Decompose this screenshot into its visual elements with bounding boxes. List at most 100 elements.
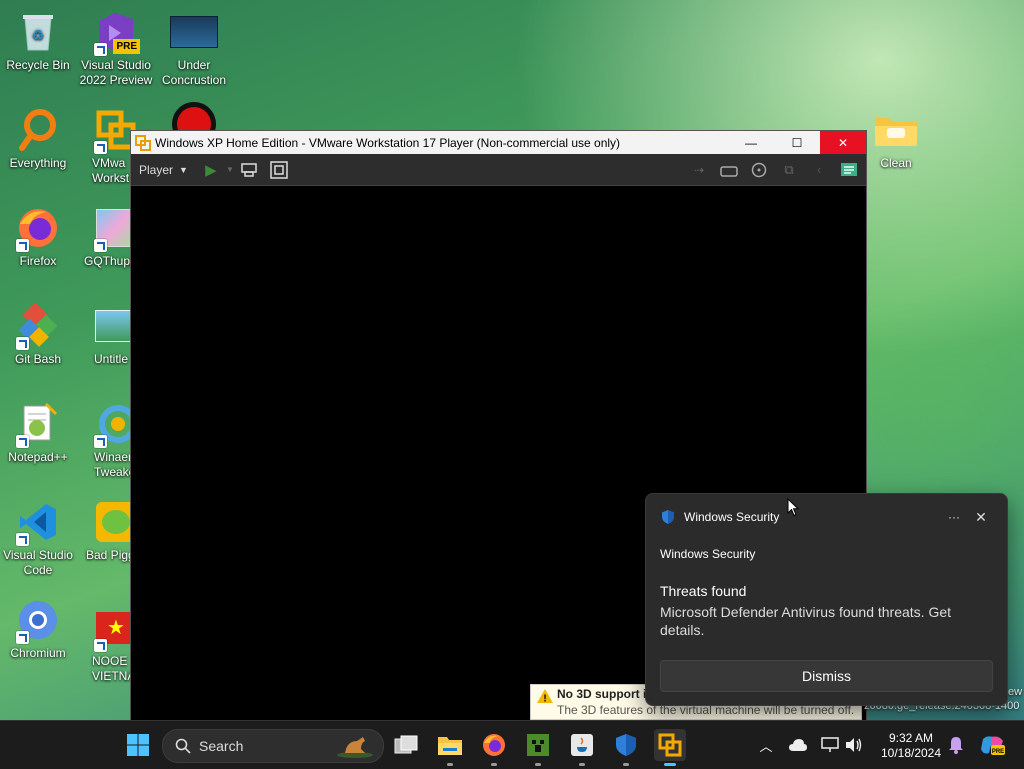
windows-logo-icon xyxy=(127,734,149,756)
shortcut-arrow-icon xyxy=(16,533,29,546)
onedrive-cloud-icon xyxy=(789,739,807,751)
chevron-up-icon: ︿ xyxy=(759,738,773,754)
running-indicator xyxy=(664,763,676,766)
player-menu-label: Player xyxy=(139,162,174,177)
toast-app-name: Windows Security xyxy=(684,510,780,524)
desktop-icon-vscode[interactable]: Visual Studio Code xyxy=(0,498,76,578)
pre-badge: PRE xyxy=(113,39,140,54)
running-indicator xyxy=(623,763,629,766)
everything-search-icon xyxy=(14,106,62,154)
desktop-icon-label: Notepad++ xyxy=(8,450,68,464)
toast-body: Microsoft Defender Antivirus found threa… xyxy=(660,604,952,638)
edition-watermark: ew xyxy=(1008,686,1023,698)
desktop-icon-label: Visual Studio Code xyxy=(3,548,73,577)
taskbar-java[interactable] xyxy=(566,729,598,766)
minecraft-icon xyxy=(527,734,549,756)
start-button[interactable] xyxy=(122,729,154,761)
desktop-icon-chromium[interactable]: Chromium xyxy=(0,596,76,661)
shortcut-arrow-icon xyxy=(94,141,107,154)
show-hidden-icons-button[interactable]: ︿ xyxy=(750,729,782,761)
vscode-icon xyxy=(14,498,62,546)
running-indicator xyxy=(535,763,541,766)
windows-security-toast[interactable]: Windows Security ··· ✕ Windows Security … xyxy=(645,493,1008,706)
desktop-icon-git-bash[interactable]: Git Bash xyxy=(0,302,76,367)
vmware-titlebar[interactable]: Windows XP Home Edition - VMware Worksta… xyxy=(131,131,866,154)
window-title: Windows XP Home Edition - VMware Worksta… xyxy=(155,135,621,150)
play-icon[interactable]: ▶ xyxy=(200,159,222,181)
desktop-icon-recycle-bin[interactable]: ♻ Recycle Bin xyxy=(0,8,76,73)
chevron-down-icon[interactable]: ▼ xyxy=(226,165,234,174)
usb-icon[interactable]: ⧉ xyxy=(778,159,800,181)
copilot-button[interactable]: PRE xyxy=(976,729,1008,761)
chromium-icon xyxy=(14,596,62,644)
desktop-icon-firefox[interactable]: Firefox xyxy=(0,204,76,269)
shortcut-arrow-icon xyxy=(16,337,29,350)
chevron-down-icon: ▼ xyxy=(179,164,188,175)
close-button[interactable]: ✕ xyxy=(820,131,866,154)
taskbar-file-explorer[interactable] xyxy=(434,729,466,766)
shortcut-arrow-icon xyxy=(16,435,29,448)
desktop-icon-clean[interactable]: Clean xyxy=(858,106,934,171)
vmware-toolbar: Player ▼ ▶ ▼ ⇢ ⧉ ‹ xyxy=(131,154,866,186)
dismiss-button[interactable]: Dismiss xyxy=(660,660,993,692)
network-icon[interactable]: ⇢ xyxy=(688,159,710,181)
send-ctrl-alt-del-icon[interactable] xyxy=(238,159,260,181)
close-icon[interactable]: ✕ xyxy=(969,509,993,526)
player-menu[interactable]: Player ▼ xyxy=(131,163,196,177)
desktop-icon-notepadpp[interactable]: Notepad++ xyxy=(0,400,76,465)
shortcut-arrow-icon xyxy=(94,43,107,56)
desktop-icon-visual-studio-2022[interactable]: PRE Visual Studio 2022 Preview xyxy=(78,8,154,88)
visual-studio-icon: PRE xyxy=(92,8,140,56)
shortcut-arrow-icon xyxy=(94,239,107,252)
back-icon[interactable]: ‹ xyxy=(808,159,830,181)
speaker-icon xyxy=(846,738,862,752)
java-icon xyxy=(571,734,593,756)
clock-time: 9:32 AM xyxy=(888,731,934,745)
taskbar-search-box[interactable]: Search xyxy=(162,729,384,763)
bell-icon xyxy=(949,737,963,754)
desktop-icon-label: Clean xyxy=(880,156,912,170)
toast-source: Windows Security xyxy=(660,547,756,561)
task-view-icon xyxy=(394,735,418,754)
under-concrustion-icon xyxy=(170,8,218,56)
taskbar-windows-security[interactable] xyxy=(610,729,642,766)
maximize-button[interactable]: ☐ xyxy=(774,131,820,154)
cd-rom-icon[interactable] xyxy=(748,159,770,181)
desktop-icon-label: Everything xyxy=(9,156,67,170)
running-indicator xyxy=(491,763,497,766)
firefox-icon xyxy=(483,734,505,756)
vmware-icon xyxy=(658,733,682,757)
fullscreen-icon[interactable] xyxy=(268,159,290,181)
taskbar-vmware-player[interactable] xyxy=(654,729,686,766)
desktop-icon-label: Visual Studio 2022 Preview xyxy=(79,58,153,87)
network-icon xyxy=(821,737,839,752)
onedrive-button[interactable] xyxy=(782,729,814,761)
taskbar-clock[interactable]: 9:32 AM 10/18/2024 xyxy=(876,731,946,761)
taskbar-minecraft[interactable] xyxy=(522,729,554,766)
toast-header: Windows Security ··· ✕ xyxy=(660,508,993,526)
notifications-button[interactable] xyxy=(940,729,972,761)
desktop-icon-label: Under Concrustion xyxy=(161,58,227,87)
firefox-icon xyxy=(14,204,62,252)
taskbar-firefox[interactable] xyxy=(478,729,510,766)
desktop-icon-under-concrustion[interactable]: Under Concrustion xyxy=(156,8,232,88)
toast-heading: Threats found xyxy=(660,583,747,599)
git-bash-icon xyxy=(14,302,62,350)
volume-button[interactable] xyxy=(838,729,870,761)
message-log-icon[interactable] xyxy=(838,159,860,181)
shortcut-arrow-icon xyxy=(94,639,107,652)
warning-icon: ! xyxy=(537,689,553,706)
desktop-icon-label: Git Bash xyxy=(14,352,62,366)
running-indicator xyxy=(447,763,453,766)
more-options-icon[interactable]: ··· xyxy=(939,510,969,524)
windows-security-shield-icon xyxy=(616,734,636,756)
taskbar: Search ︿ 9:32 AM 10/18/2024 PRE xyxy=(0,720,1024,769)
hard-disk-icon[interactable] xyxy=(718,159,740,181)
search-placeholder: Search xyxy=(199,738,244,754)
minimize-button[interactable]: — xyxy=(728,131,774,154)
task-view-button[interactable] xyxy=(390,729,422,761)
search-highlight-kangaroo-icon xyxy=(337,737,373,758)
desktop-icon-everything[interactable]: Everything xyxy=(0,106,76,171)
notice-title: No 3D support i xyxy=(557,687,647,701)
notepadpp-icon xyxy=(14,400,62,448)
